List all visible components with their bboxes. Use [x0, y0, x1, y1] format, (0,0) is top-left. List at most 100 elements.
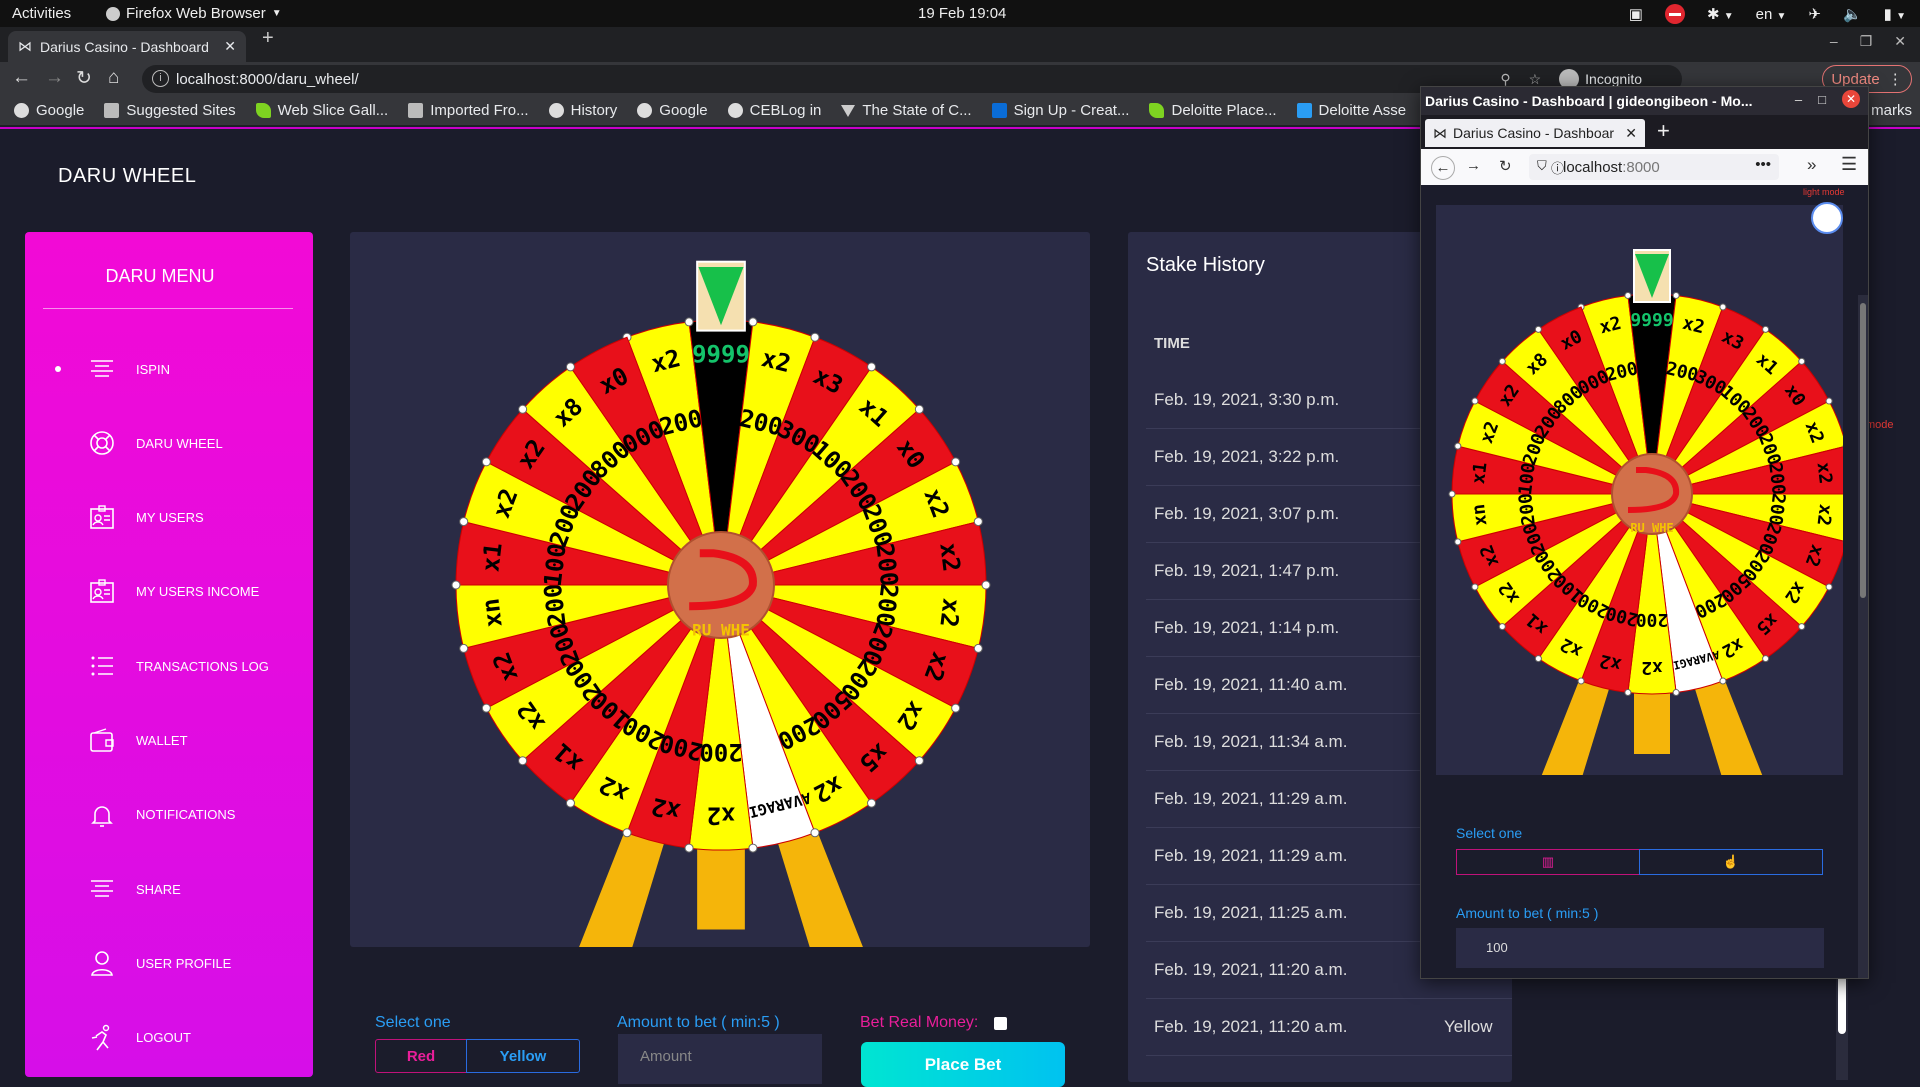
light-mode-toggle[interactable]	[1811, 202, 1843, 234]
maximize-icon[interactable]: ❐	[1860, 33, 1873, 50]
bookmark-item[interactable]: Deloitte Asse	[1296, 102, 1406, 119]
wheel-peg	[973, 643, 983, 653]
maximize-icon[interactable]: □	[1818, 92, 1826, 107]
close-window-icon[interactable]: ✕	[1842, 90, 1860, 108]
minimize-icon[interactable]: –	[1795, 92, 1802, 107]
hamburger-menu-icon[interactable]: ☰	[1841, 154, 1857, 175]
menu-title: DARU MENU	[105, 266, 215, 286]
bookmark-label: Web Slice Gall...	[277, 102, 389, 119]
firefox-page: x2 200 9999 x2 200 x3 300 x1 100 x0 200 x2 200 x2 200 x…	[1421, 185, 1868, 978]
firefox-tab[interactable]: ⋈ Darius Casino - Dashboar ✕	[1425, 119, 1645, 147]
wheel-peg	[1624, 689, 1632, 697]
wheel-peg	[1454, 538, 1462, 546]
key-icon[interactable]: ⚲	[1500, 71, 1510, 88]
shield-icon: ⛉	[1537, 158, 1547, 173]
forward-icon[interactable]: →	[1466, 157, 1481, 174]
wheel-peg	[1454, 442, 1462, 450]
forward-icon[interactable]: →	[45, 67, 64, 89]
bookmark-item[interactable]: The State of C...	[841, 102, 972, 119]
browser-tab[interactable]: ⋈ Darius Casino - Dashboard ✕	[8, 31, 246, 62]
amount-input[interactable]: Amount	[618, 1034, 822, 1084]
clock[interactable]: 19 Feb 19:04	[918, 5, 1006, 22]
bookmark-item[interactable]: History	[548, 102, 617, 119]
back-icon[interactable]: ←	[1431, 156, 1455, 180]
wheel-peg	[1534, 325, 1542, 333]
app-menu-label: Firefox Web Browser	[126, 5, 266, 22]
reload-icon[interactable]: ↻	[76, 67, 92, 90]
sidebar-item-label: SHARE	[136, 881, 181, 897]
mobile-red-option[interactable]: ▥	[1456, 849, 1640, 875]
home-icon[interactable]: ⌂	[108, 67, 119, 89]
firefox-toolbar: ← → ↻ ⛉ ⓘ localhost:8000 ••• » ☰	[1421, 149, 1868, 185]
wheel-peg	[622, 828, 632, 838]
bookmark-item[interactable]: Google	[14, 102, 84, 119]
sidebar-item-ispin[interactable]: ISPIN	[55, 349, 305, 389]
firefox-address-bar[interactable]: ⛉ ⓘ localhost:8000 •••	[1529, 154, 1779, 180]
brand-title[interactable]: DARU WHEEL	[58, 165, 196, 188]
sidebar-item-wallet[interactable]: WALLET	[55, 721, 305, 761]
page-actions-icon[interactable]: •••	[1755, 156, 1771, 173]
new-tab-button[interactable]: +	[1657, 118, 1670, 144]
wheel-multiplier-label: x2	[1813, 461, 1836, 485]
bookmark-item[interactable]: CEBLog in	[727, 102, 821, 119]
list-icon	[91, 656, 113, 676]
wheel-amount-label: 200	[699, 738, 742, 766]
new-tab-button[interactable]: +	[262, 27, 274, 50]
wheel-card: x2 200 9999 x2 200 x3 300 x1 100 x0 200 x2 200 x2 200 x…	[350, 232, 1090, 947]
sidebar-item-transactions-log[interactable]: TRANSACTIONS LOG	[55, 646, 305, 686]
bookmark-item[interactable]: Suggested Sites	[104, 102, 236, 119]
sidebar-item-label: DARU WHEEL	[136, 435, 223, 451]
close-window-icon[interactable]: ✕	[1894, 33, 1906, 50]
close-tab-icon[interactable]: ✕	[1625, 125, 1637, 142]
mobile-yellow-option[interactable]: ☝	[1639, 849, 1823, 875]
mobile-spin-wheel[interactable]: x22009999 x2200x3300x1100 x0200 x2200x2200x…	[1436, 205, 1843, 775]
bet-real-money-checkbox[interactable]	[994, 1017, 1007, 1030]
sidebar-item-daru-wheel[interactable]: DARU WHEEL	[55, 423, 305, 463]
wheel-peg	[459, 643, 469, 653]
activities-button[interactable]: Activities	[12, 5, 71, 22]
red-option-button[interactable]: Red	[375, 1039, 467, 1073]
folder-icon	[408, 103, 424, 118]
system-tray[interactable]: ▣ ✱ ▼ en ▼ ✈ 🔈 ▮ ▼	[1629, 4, 1906, 24]
sidebar-item-label: USER PROFILE	[136, 955, 232, 971]
wheel-multiplier-label: x2	[934, 597, 965, 629]
minimize-icon[interactable]: –	[1830, 33, 1838, 50]
sidebar-item-logout[interactable]: LOGOUT	[55, 1018, 305, 1058]
other-bookmarks[interactable]: marks	[1871, 96, 1912, 125]
back-icon[interactable]: ←	[12, 67, 31, 89]
bookmark-item[interactable]: Web Slice Gall...	[255, 102, 389, 119]
time-cell: Feb. 19, 2021, 11:29 a.m.	[1154, 789, 1348, 808]
scrollbar-thumb[interactable]	[1860, 303, 1866, 598]
star-icon[interactable]: ☆	[1529, 71, 1542, 88]
bet-real-money-label: Bet Real Money:	[860, 1014, 979, 1031]
mobile-amount-input[interactable]: 100	[1456, 928, 1824, 968]
wheel-peg	[1448, 490, 1456, 498]
yellow-option-button[interactable]: Yellow	[466, 1039, 580, 1073]
info-icon[interactable]: i	[152, 70, 169, 87]
place-bet-button[interactable]: Place Bet	[861, 1042, 1065, 1087]
bookmark-item[interactable]: Sign Up - Creat...	[991, 102, 1129, 119]
bookmark-item[interactable]: Google	[637, 102, 708, 119]
firefox-scrollbar[interactable]	[1858, 295, 1868, 978]
bookmark-label: Imported Fro...	[430, 102, 529, 119]
sidebar-item-notifications[interactable]: NOTIFICATIONS	[55, 795, 305, 835]
app-menu[interactable]: Firefox Web Browser ▼	[106, 5, 282, 22]
wheel-amount-label: 200	[1515, 492, 1540, 527]
reload-icon[interactable]: ↻	[1499, 157, 1512, 175]
wheel-peg	[684, 317, 694, 327]
overflow-chevron-icon[interactable]: »	[1807, 155, 1816, 175]
close-tab-icon[interactable]: ✕	[224, 38, 236, 55]
time-cell: Feb. 19, 2021, 11:20 a.m.	[1154, 1017, 1348, 1036]
wheel-peg	[1672, 689, 1680, 697]
bookmark-item[interactable]: Imported Fro...	[408, 102, 529, 119]
kebab-menu-icon[interactable]: ⋮	[1888, 70, 1903, 88]
run-icon	[91, 1024, 110, 1051]
camera-icon: ▣	[1628, 6, 1643, 23]
sidebar-item-user-profile[interactable]: USER PROFILE	[55, 943, 305, 983]
spin-wheel[interactable]: x22009999 x2200x3300x1100 x0200 x2200x2200x…	[350, 232, 1090, 947]
bookmark-item[interactable]: Deloitte Place...	[1149, 102, 1277, 119]
sidebar-item-share[interactable]: SHARE	[55, 869, 305, 909]
sidebar-item-label: TRANSACTIONS LOG	[136, 658, 269, 674]
sidebar-item-my-users[interactable]: MY USERS	[55, 498, 305, 538]
sidebar-item-my-users-income[interactable]: MY USERS INCOME	[55, 572, 305, 612]
